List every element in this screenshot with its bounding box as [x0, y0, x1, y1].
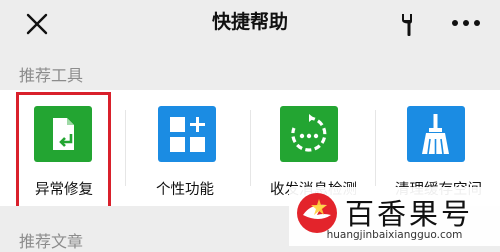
more-icon[interactable]	[449, 12, 483, 34]
watermark-url: huangjinbaixiangguo.com	[326, 229, 463, 241]
section-label-tools: 推荐工具	[19, 66, 84, 85]
wrench-icon[interactable]	[396, 10, 424, 38]
watermark-name: 百香果号	[345, 197, 474, 231]
broom-icon	[407, 106, 465, 162]
tool-label: 个性功能	[156, 182, 214, 198]
tool-personal-features[interactable]: 个性功能	[125, 90, 250, 206]
watermark: 百香果号 huangjinbaixiangguo.com	[289, 187, 500, 246]
page-title: 快捷帮助	[211, 11, 288, 33]
passionfruit-logo-icon	[297, 193, 337, 233]
top-bar: 快捷帮助	[0, 0, 500, 48]
section-label-articles: 推荐文章	[19, 232, 84, 251]
grid-plus-icon	[158, 106, 216, 162]
circular-arrow-icon	[280, 106, 338, 162]
highlight-box	[16, 92, 111, 211]
